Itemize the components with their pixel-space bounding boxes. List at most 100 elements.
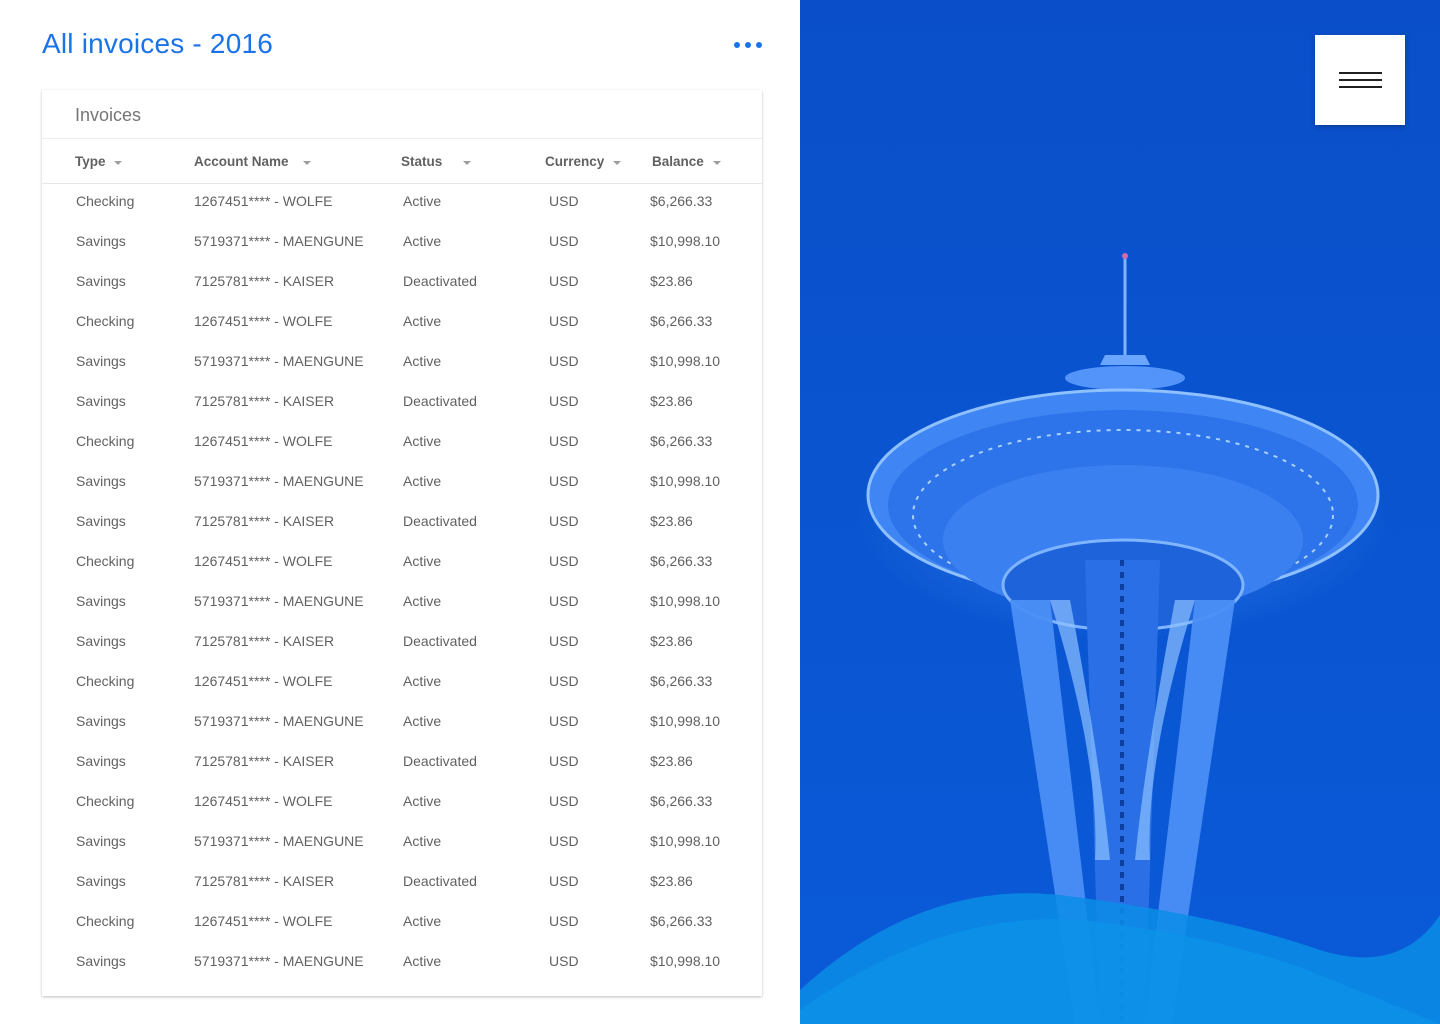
cell-status: Active bbox=[403, 473, 442, 489]
space-needle-photo bbox=[800, 0, 1440, 1024]
table-row[interactable]: Savings 5719371**** - MAENGUNE Active USD $1… bbox=[42, 582, 762, 622]
cell-status: Active bbox=[403, 593, 442, 609]
cell-type: Savings bbox=[76, 633, 126, 649]
cell-status: Active bbox=[403, 433, 442, 449]
cell-account-name: 5719371**** - MAENGUNE bbox=[194, 713, 364, 729]
cell-currency: USD bbox=[549, 833, 579, 849]
table-row[interactable]: Savings 5719371**** - MAENGUNE Active USD $1… bbox=[42, 222, 762, 262]
sort-down-icon[interactable] bbox=[613, 161, 621, 165]
cell-account-name: 1267451**** - WOLFE bbox=[194, 673, 333, 689]
cell-currency: USD bbox=[549, 553, 579, 569]
cell-account-name: 1267451**** - WOLFE bbox=[194, 193, 333, 209]
table-row[interactable]: Savings 7125781**** - KAISER Deactivated US… bbox=[42, 262, 762, 302]
table-row[interactable]: Savings 7125781**** - KAISER Deactivated US… bbox=[42, 382, 762, 422]
table-row[interactable]: Checking 1267451**** - WOLFE Active USD $6,2… bbox=[42, 302, 762, 342]
cell-type: Checking bbox=[76, 433, 135, 449]
cell-status: Deactivated bbox=[403, 753, 477, 769]
cell-account-name: 5719371**** - MAENGUNE bbox=[194, 593, 364, 609]
cell-currency: USD bbox=[549, 633, 579, 649]
table-row[interactable]: Checking 1267451**** - WOLFE Active USD $6,2… bbox=[42, 902, 762, 942]
cell-status: Active bbox=[403, 353, 442, 369]
cell-status: Active bbox=[403, 553, 442, 569]
table-row[interactable]: Savings 7125781**** - KAISER Deactivated US… bbox=[42, 502, 762, 542]
cell-status: Active bbox=[403, 913, 442, 929]
cell-account-name: 1267451**** - WOLFE bbox=[194, 313, 333, 329]
table-row[interactable]: Savings 7125781**** - KAISER Deactivated US… bbox=[42, 622, 762, 662]
hamburger-menu-button[interactable] bbox=[1315, 35, 1405, 125]
cell-account-name: 5719371**** - MAENGUNE bbox=[194, 953, 364, 969]
cell-account-name: 1267451**** - WOLFE bbox=[194, 793, 333, 809]
cell-currency: USD bbox=[549, 473, 579, 489]
cell-account-name: 7125781**** - KAISER bbox=[194, 633, 335, 649]
cell-currency: USD bbox=[549, 193, 579, 209]
cell-currency: USD bbox=[549, 393, 579, 409]
table-row[interactable]: Savings 5719371**** - MAENGUNE Active USD $1… bbox=[42, 702, 762, 742]
cell-type: Savings bbox=[76, 393, 126, 409]
table-row[interactable]: Savings 7125781**** - KAISER Deactivated US… bbox=[42, 862, 762, 902]
column-header-status[interactable]: Status bbox=[401, 154, 442, 169]
table-row[interactable]: Checking 1267451**** - WOLFE Active USD $6,2… bbox=[42, 782, 762, 822]
cell-type: Checking bbox=[76, 793, 135, 809]
column-header-currency[interactable]: Currency bbox=[545, 154, 604, 169]
cell-currency: USD bbox=[549, 873, 579, 889]
cell-balance: $23.86 bbox=[650, 393, 693, 409]
cell-balance: $10,998.10 bbox=[650, 593, 721, 609]
cell-balance: $6,266.33 bbox=[650, 313, 713, 329]
cell-balance: $23.86 bbox=[650, 513, 693, 529]
column-header-account-name[interactable]: Account Name bbox=[194, 154, 289, 169]
cell-status: Active bbox=[403, 953, 442, 969]
hamburger-menu-icon bbox=[1339, 72, 1382, 74]
table-row[interactable]: Savings 5719371**** - MAENGUNE Active USD $1… bbox=[42, 462, 762, 502]
cell-type: Savings bbox=[76, 273, 126, 289]
cell-currency: USD bbox=[549, 233, 579, 249]
more-options-button[interactable] bbox=[728, 36, 768, 54]
cell-balance: $10,998.10 bbox=[650, 353, 721, 369]
column-header-type[interactable]: Type bbox=[75, 154, 106, 169]
cell-account-name: 5719371**** - MAENGUNE bbox=[194, 353, 364, 369]
hero-panel bbox=[800, 0, 1440, 1024]
table-row[interactable]: Checking 1267451**** - WOLFE Active USD $6,2… bbox=[42, 422, 762, 462]
cell-currency: USD bbox=[549, 953, 579, 969]
cell-type: Checking bbox=[76, 553, 135, 569]
cell-currency: USD bbox=[549, 313, 579, 329]
sort-down-icon[interactable] bbox=[114, 161, 122, 165]
cell-account-name: 7125781**** - KAISER bbox=[194, 873, 335, 889]
cell-balance: $6,266.33 bbox=[650, 553, 713, 569]
cell-status: Deactivated bbox=[403, 393, 477, 409]
cell-currency: USD bbox=[549, 593, 579, 609]
cell-balance: $6,266.33 bbox=[650, 673, 713, 689]
cell-currency: USD bbox=[549, 793, 579, 809]
cell-status: Deactivated bbox=[403, 873, 477, 889]
sort-down-icon[interactable] bbox=[713, 161, 721, 165]
column-header-balance[interactable]: Balance bbox=[652, 154, 704, 169]
cell-status: Deactivated bbox=[403, 633, 477, 649]
cell-currency: USD bbox=[549, 913, 579, 929]
page-title: All invoices - 2016 bbox=[42, 28, 274, 59]
table-row[interactable]: Savings 7125781**** - KAISER Deactivated US… bbox=[42, 742, 762, 782]
sort-down-icon[interactable] bbox=[463, 161, 471, 165]
table-row[interactable]: Checking 1267451**** - WOLFE Active USD $6,2… bbox=[42, 182, 762, 222]
cell-status: Deactivated bbox=[403, 513, 477, 529]
cell-type: Savings bbox=[76, 513, 126, 529]
cell-type: Savings bbox=[76, 233, 126, 249]
more-horizontal-icon bbox=[734, 42, 740, 48]
cell-account-name: 1267451**** - WOLFE bbox=[194, 433, 333, 449]
cell-account-name: 7125781**** - KAISER bbox=[194, 513, 335, 529]
cell-type: Savings bbox=[76, 833, 126, 849]
cell-balance: $10,998.10 bbox=[650, 233, 721, 249]
table-row[interactable]: Savings 5719371**** - MAENGUNE Active USD $1… bbox=[42, 942, 762, 982]
table-row[interactable]: Checking 1267451**** - WOLFE Active USD $6,2… bbox=[42, 542, 762, 582]
cell-account-name: 5719371**** - MAENGUNE bbox=[194, 233, 364, 249]
cell-currency: USD bbox=[549, 273, 579, 289]
table-row[interactable]: Savings 5719371**** - MAENGUNE Active USD $1… bbox=[42, 822, 762, 862]
cell-balance: $6,266.33 bbox=[650, 793, 713, 809]
cell-status: Active bbox=[403, 793, 442, 809]
table-row[interactable]: Checking 1267451**** - WOLFE Active USD $6,2… bbox=[42, 662, 762, 702]
cell-account-name: 5719371**** - MAENGUNE bbox=[194, 833, 364, 849]
cell-balance: $23.86 bbox=[650, 633, 693, 649]
cell-type: Checking bbox=[76, 913, 135, 929]
sort-down-icon[interactable] bbox=[303, 161, 311, 165]
table-row[interactable]: Savings 5719371**** - MAENGUNE Active USD $1… bbox=[42, 342, 762, 382]
cell-currency: USD bbox=[549, 673, 579, 689]
cell-balance: $23.86 bbox=[650, 273, 693, 289]
